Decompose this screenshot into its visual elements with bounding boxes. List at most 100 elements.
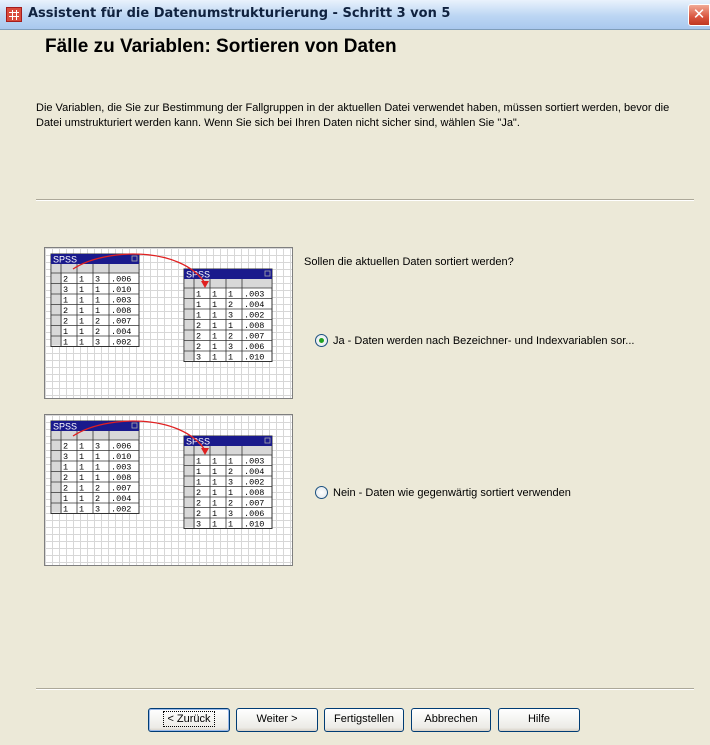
target-table: SPSS1 1 1.0031 1 2.0041 1 3.0022 1 1.0082 1 2.0072… [183,435,273,530]
cell-value: 1 [228,353,233,363]
cell-value: .002 [111,505,131,515]
help-button[interactable]: Hilfe [498,708,580,732]
cell-value: .006 [111,275,131,285]
cell-value: 1 [79,452,84,462]
cell-value: 1 [79,463,84,473]
cell-value: 1 [196,300,201,310]
cell-value: 1 [212,342,217,352]
radio-no[interactable] [315,486,328,499]
cell-value: .004 [244,467,264,477]
cell-value: 1 [212,353,217,363]
cell-value: .008 [244,488,264,498]
cell-value: 1 [196,290,201,300]
cell-value: 2 [196,321,201,331]
cell-value: 1 [95,285,100,295]
option-no-label[interactable]: Nein - Daten wie gegenwärtig sortiert ve… [333,487,571,499]
cell-value: 2 [196,509,201,519]
cell-value: 1 [196,478,201,488]
cell-value: 2 [63,306,68,316]
cell-value: 2 [63,317,68,327]
source-table: SPSS2 1 3.0063 1 1.0101 1 1.0032 1 1.0082 1 2.0071… [50,253,140,348]
page-heading: Fälle zu Variablen: Sortieren von Daten [45,36,397,57]
cell-value: 1 [228,488,233,498]
back-button-label[interactable]: < Zurück [163,711,215,727]
cell-value: 1 [79,327,84,337]
cell-value: 1 [95,296,100,306]
cell-value: 1 [212,499,217,509]
cell-value: 1 [212,488,217,498]
cell-value: 2 [196,499,201,509]
cell-value: 1 [79,442,84,452]
cell-value: 2 [95,494,100,504]
option-yes[interactable]: Ja - Daten werden nach Bezeichner- und I… [315,334,634,347]
cell-value: 1 [212,311,217,321]
cell-value: 1 [228,520,233,530]
finish-button[interactable]: Fertigstellen [324,708,404,732]
cell-value: 3 [63,285,68,295]
cell-value: 3 [196,520,201,530]
cell-value: 3 [95,505,100,515]
cell-value: 2 [95,484,100,494]
cell-value: 3 [95,442,100,452]
cancel-button[interactable]: Abbrechen [411,708,491,732]
cell-value: 1 [95,306,100,316]
cell-value: 2 [95,327,100,337]
cell-value: 3 [228,311,233,321]
cell-value: .010 [111,452,131,462]
cell-value: .010 [111,285,131,295]
cell-value: 3 [196,353,201,363]
cell-value: .002 [111,338,131,348]
cell-value: 3 [228,342,233,352]
cell-value: 1 [63,505,68,515]
cell-value: .007 [244,499,264,509]
cell-value: 2 [196,342,201,352]
cell-value: 1 [212,478,217,488]
cell-value: .004 [111,494,131,504]
close-button[interactable]: ✕ [688,4,710,26]
cell-value: .003 [111,463,131,473]
window-titlebar: Assistent für die Datenumstrukturierung … [0,0,710,30]
cell-value: .010 [244,353,264,363]
cell-value: 1 [63,338,68,348]
spreadsheet-app-icon [6,7,22,22]
cell-value: 2 [228,499,233,509]
cell-value: .008 [244,321,264,331]
back-button[interactable]: < Zurück [148,708,230,732]
cell-value: .006 [244,509,264,519]
cell-value: .008 [111,473,131,483]
cell-value: 2 [95,317,100,327]
cell-value: 1 [79,494,84,504]
cell-value: 1 [79,473,84,483]
cell-value: 1 [79,317,84,327]
cell-value: .006 [244,342,264,352]
source-table: SPSS2 1 3.0063 1 1.0101 1 1.0032 1 1.0082 1 2.0071… [50,420,140,515]
cell-value: 1 [79,484,84,494]
option-yes-label[interactable]: Ja - Daten werden nach Bezeichner- und I… [333,335,634,347]
cell-value: .007 [111,484,131,494]
cell-value: 1 [79,505,84,515]
cell-value: 1 [212,290,217,300]
cell-value: .007 [111,317,131,327]
option-no[interactable]: Nein - Daten wie gegenwärtig sortiert ve… [315,486,571,499]
cell-value: 2 [196,332,201,342]
cell-value: 1 [63,463,68,473]
radio-yes[interactable] [315,334,328,347]
cell-value: 3 [95,338,100,348]
cell-value: .004 [111,327,131,337]
illustration-unsorted: SPSS 2 1 3.006 3 1 1.010 1 1 1.003 2 1 1.008 2 1 2.007 1… [44,414,293,566]
cell-value: .003 [244,457,264,467]
cell-value: 1 [212,300,217,310]
cell-value: 2 [228,300,233,310]
cell-value: 1 [79,306,84,316]
cell-value: .003 [111,296,131,306]
cell-value: 2 [63,484,68,494]
cell-value: 3 [228,478,233,488]
next-button[interactable]: Weiter > [236,708,318,732]
cell-value: 1 [63,296,68,306]
cell-value: 3 [63,452,68,462]
cell-value: 1 [79,296,84,306]
cell-value: 1 [63,494,68,504]
cell-value: .002 [244,478,264,488]
cell-value: 1 [212,321,217,331]
cell-value: .010 [244,520,264,530]
